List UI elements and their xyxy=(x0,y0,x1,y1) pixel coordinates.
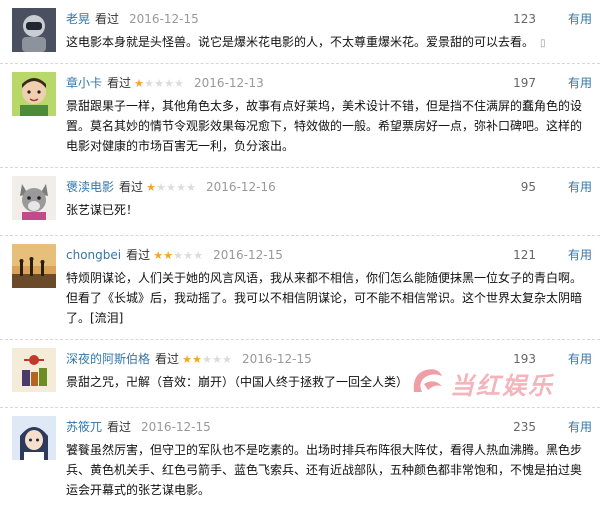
review-header: 褒渎电影 看过 ★★★★★ 2016-12-16 95 有用 xyxy=(66,178,592,196)
star-icon: ★ xyxy=(193,249,204,262)
star-icon: ★ xyxy=(182,353,192,366)
rating-stars: ★★★★★ xyxy=(146,179,196,197)
vote-count: 235 xyxy=(513,420,536,434)
username-link[interactable]: 章小卡 xyxy=(66,76,102,90)
review-header: 老晃 看过 2016-12-15 123 有用 xyxy=(66,10,592,28)
avatar-boy-green-icon xyxy=(12,72,56,116)
review-item: 老晃 看过 2016-12-15 123 有用 这电影本身就是头怪兽。说它是爆米花电… xyxy=(0,0,600,64)
watermark-text: 当红娱乐 xyxy=(450,372,554,400)
review-item: chongbei 看过 ★★★★★ 2016-12-15 121 有用 特烦阴谋论，人… xyxy=(0,236,600,340)
expand-icon[interactable]: ▯ xyxy=(540,38,546,49)
star-icon: ★ xyxy=(153,249,164,262)
review-header: 章小卡 看过 ★★★★★ 2016-12-13 197 有用 xyxy=(66,74,592,92)
user-avatar[interactable] xyxy=(12,8,56,52)
watched-status: 看过 xyxy=(107,76,132,90)
review-text: 景甜跟果子一样，其他角色太多，故事有点好莱坞，美术设计不错，但是挡不住满屏的蠢角… xyxy=(66,99,583,153)
review-date: 2016-12-15 xyxy=(242,352,312,366)
site-watermark: 当红娱乐 xyxy=(408,364,594,400)
star-icon: ★ xyxy=(186,181,196,194)
watched-status: 看过 xyxy=(107,420,132,434)
useful-button[interactable]: 有用 xyxy=(568,246,592,264)
star-icon: ★ xyxy=(174,77,184,90)
avatar-wolf-mask-icon xyxy=(12,176,56,220)
star-icon: ★ xyxy=(173,249,184,262)
star-icon: ★ xyxy=(176,181,186,194)
useful-button[interactable]: 有用 xyxy=(568,10,592,28)
avatar-sunset-figures-icon xyxy=(12,244,56,288)
useful-button[interactable]: 有用 xyxy=(568,74,592,92)
review-date: 2016-12-16 xyxy=(206,180,276,194)
review-header: chongbei 看过 ★★★★★ 2016-12-15 121 有用 xyxy=(66,246,592,264)
star-icon: ★ xyxy=(183,249,194,262)
star-icon: ★ xyxy=(134,77,144,90)
review-date: 2016-12-13 xyxy=(194,76,264,90)
user-avatar[interactable] xyxy=(12,176,56,220)
watched-status: 看过 xyxy=(95,12,120,26)
review-text: 这电影本身就是头怪兽。说它是爆米花电影的人，不太尊重爆米花。爱景甜的可以去看。 ▯ xyxy=(66,32,588,54)
username-link[interactable]: 深夜的阿斯伯格 xyxy=(66,352,150,366)
star-icon: ★ xyxy=(156,181,166,194)
rating-stars: ★★★★★ xyxy=(134,75,184,93)
user-avatar[interactable] xyxy=(12,348,56,392)
user-avatar[interactable] xyxy=(12,416,56,460)
review-item: 褒渎电影 看过 ★★★★★ 2016-12-16 95 有用 张艺谋已死！ xyxy=(0,168,600,236)
username-link[interactable]: 苏筱兀 xyxy=(66,420,102,434)
review-date: 2016-12-15 xyxy=(141,420,211,434)
review-item: 章小卡 看过 ★★★★★ 2016-12-13 197 有用 景甜跟果子一样，其他角色… xyxy=(0,64,600,168)
star-icon: ★ xyxy=(212,353,222,366)
star-icon: ★ xyxy=(163,249,174,262)
star-icon: ★ xyxy=(144,77,154,90)
useful-button[interactable]: 有用 xyxy=(568,418,592,436)
useful-button[interactable]: 有用 xyxy=(568,178,592,196)
avatar-astronaut-dark-icon xyxy=(12,8,56,52)
watched-status: 看过 xyxy=(119,180,144,194)
avatar-anime-girl-icon xyxy=(12,416,56,460)
review-text: 张艺谋已死！ xyxy=(66,203,139,217)
user-avatar[interactable] xyxy=(12,244,56,288)
star-icon: ★ xyxy=(146,181,156,194)
star-icon: ★ xyxy=(192,353,202,366)
star-icon: ★ xyxy=(154,77,164,90)
review-text-content: 这电影本身就是头怪兽。说它是爆米花电影的人，不太尊重爆米花。爱景甜的可以去看。 xyxy=(66,35,535,49)
username-link[interactable]: 褒渎电影 xyxy=(66,180,114,194)
user-avatar[interactable] xyxy=(12,72,56,116)
vote-count: 121 xyxy=(513,248,536,262)
username-link[interactable]: chongbei xyxy=(66,248,121,262)
username-link[interactable]: 老晃 xyxy=(66,12,90,26)
review-header: 苏筱兀 看过 2016-12-15 235 有用 xyxy=(66,418,592,436)
rating-stars: ★★★★★ xyxy=(182,351,232,369)
vote-count: 123 xyxy=(513,12,536,26)
rating-stars: ★★★★★ xyxy=(153,247,203,265)
vote-count: 197 xyxy=(513,76,536,90)
review-date: 2016-12-15 xyxy=(129,12,199,26)
watched-status: 看过 xyxy=(155,352,180,366)
review-item: 苏筱兀 看过 2016-12-15 235 有用 饕餮虽然厉害，但守卫的军队也不是吃… xyxy=(0,408,600,506)
watermark-logo-icon xyxy=(413,369,442,392)
avatar-poster-art-icon xyxy=(12,348,56,392)
watched-status: 看过 xyxy=(126,248,151,262)
review-text: 特烦阴谋论，人们关于她的风言风语，我从来都不相信，你们怎么能随便抹黑一位女子的青… xyxy=(66,271,583,325)
star-icon: ★ xyxy=(164,77,174,90)
star-icon: ★ xyxy=(166,181,176,194)
review-date: 2016-12-15 xyxy=(213,248,283,262)
vote-count: 95 xyxy=(520,180,536,194)
review-text: 饕餮虽然厉害，但守卫的军队也不是吃素的。出场时排兵布阵很大阵仗，看得人热血沸腾。… xyxy=(66,443,583,497)
star-icon: ★ xyxy=(222,353,232,366)
star-icon: ★ xyxy=(202,353,212,366)
